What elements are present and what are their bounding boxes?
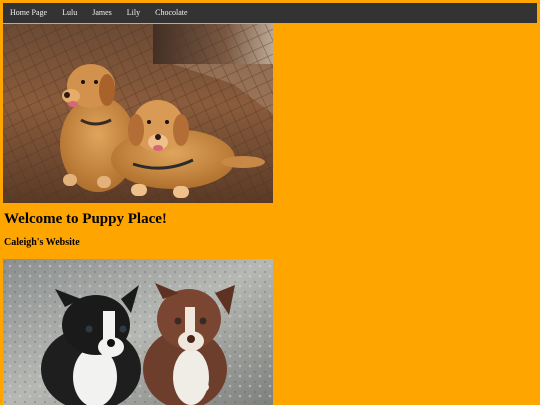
- nav-link-home-page[interactable]: Home Page: [3, 3, 55, 23]
- nav-link-lily[interactable]: Lily: [119, 3, 147, 23]
- page: Home Page Lulu James Lily Chocolate Welc…: [0, 0, 540, 405]
- nav-link-lulu[interactable]: Lulu: [55, 3, 85, 23]
- nav-link-chocolate[interactable]: Chocolate: [148, 3, 195, 23]
- border-collie-puppies-photo: [3, 259, 273, 405]
- nav-link-james[interactable]: James: [85, 3, 120, 23]
- welcome-heading: Welcome to Puppy Place!: [4, 211, 167, 227]
- golden-retrievers-photo: [3, 24, 273, 203]
- site-subtitle: Caleigh's Website: [4, 237, 80, 248]
- top-nav-bar: Home Page Lulu James Lily Chocolate: [3, 3, 537, 23]
